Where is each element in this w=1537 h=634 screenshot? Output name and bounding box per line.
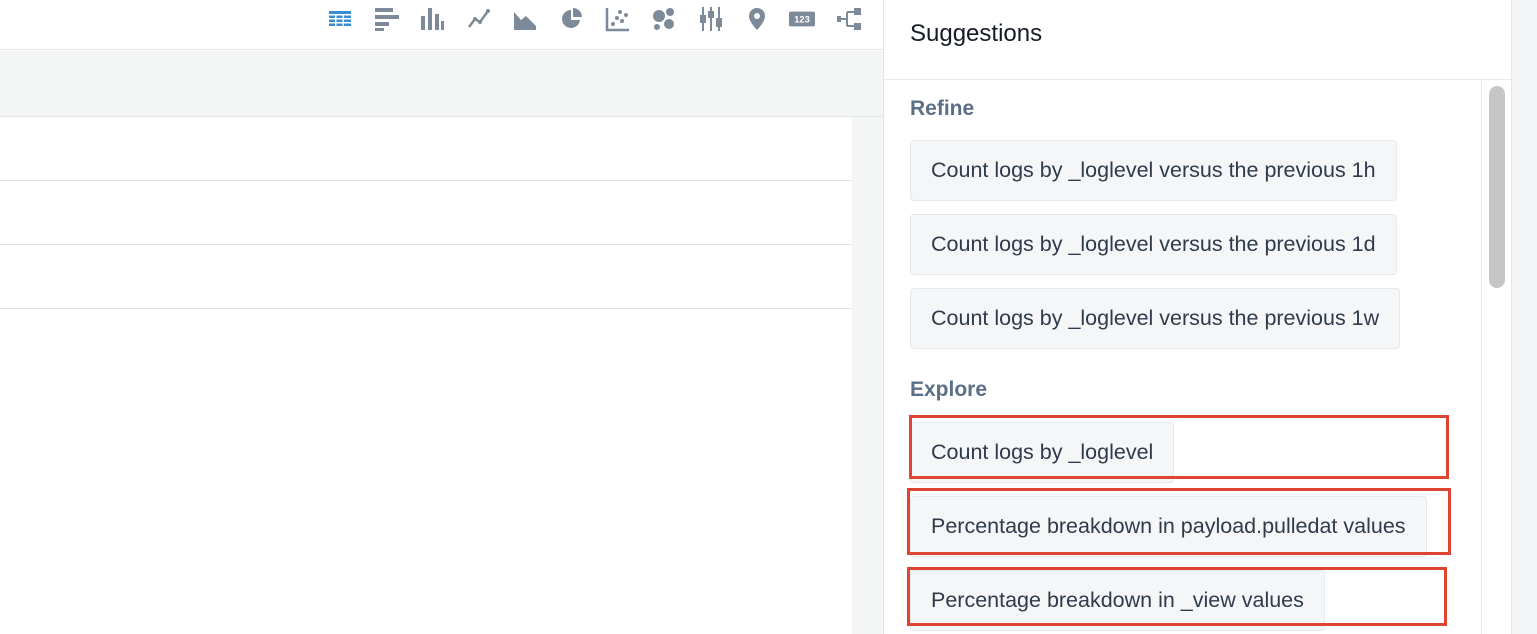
map-pin-icon[interactable] <box>744 6 770 32</box>
visualization-toolbar: 123 <box>0 0 883 50</box>
scatter-chart-icon[interactable] <box>605 6 631 32</box>
sankey-icon[interactable] <box>837 6 863 32</box>
refine-suggestion-1d[interactable]: Count logs by _loglevel versus the previ… <box>910 214 1397 275</box>
horizontal-bar-chart-icon[interactable] <box>373 6 399 32</box>
bubble-chart-icon[interactable] <box>651 6 677 32</box>
line-chart-icon[interactable] <box>466 6 492 32</box>
refine-suggestion-1w[interactable]: Count logs by _loglevel versus the previ… <box>910 288 1401 349</box>
box-plot-icon[interactable] <box>698 6 724 32</box>
explore-section-label: Explore <box>910 378 988 401</box>
pie-chart-icon[interactable] <box>559 6 585 32</box>
suggestions-header: Suggestions <box>884 0 1511 80</box>
explore-suggestion-loglevel[interactable]: Count logs by _loglevel <box>910 422 1175 483</box>
single-value-label: 123 <box>794 15 809 25</box>
suggestions-scrollbar-thumb[interactable] <box>1489 86 1505 288</box>
refine-section-label: Refine <box>910 97 975 120</box>
refine-suggestion-1h[interactable]: Count logs by _loglevel versus the previ… <box>910 140 1397 201</box>
table-row <box>0 181 852 245</box>
table-icon[interactable] <box>327 6 353 32</box>
area-chart-icon[interactable] <box>512 6 538 32</box>
results-table <box>0 117 852 634</box>
single-value-icon[interactable]: 123 <box>789 6 817 32</box>
table-header <box>0 51 883 117</box>
window-edge <box>1511 0 1537 634</box>
app-window: 123 Suggestions Refine Count logs by _lo… <box>0 0 1537 634</box>
table-row <box>0 117 852 181</box>
suggestions-title: Suggestions <box>910 20 1043 47</box>
explore-suggestion-view[interactable]: Percentage breakdown in _view values <box>910 570 1325 631</box>
table-row <box>0 245 852 309</box>
column-chart-icon[interactable] <box>419 6 445 32</box>
table-scroll-gutter <box>852 117 883 634</box>
results-pane: 123 <box>0 0 883 634</box>
explore-suggestion-pulledat[interactable]: Percentage breakdown in payload.pulledat… <box>910 496 1427 557</box>
suggestions-panel: Suggestions Refine Count logs by _loglev… <box>883 0 1511 634</box>
